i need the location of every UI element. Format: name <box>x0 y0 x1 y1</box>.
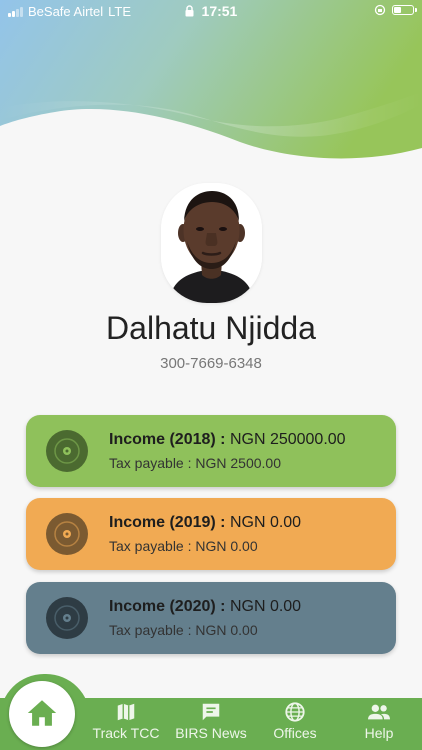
nav-track-tcc[interactable]: Track TCC <box>81 701 171 741</box>
status-center: 17:51 <box>0 3 422 19</box>
map-icon <box>117 703 135 721</box>
nav-label: Offices <box>273 725 317 741</box>
avatar <box>161 183 262 303</box>
tax-payable: Tax payable : NGN 0.00 <box>109 538 258 554</box>
disc-icon <box>46 513 88 555</box>
home-button[interactable] <box>9 681 75 747</box>
nav-label: Help <box>364 725 394 741</box>
tax-payable: Tax payable : NGN 2500.00 <box>109 455 281 471</box>
income-year-label: Income (2020) : <box>109 598 226 615</box>
income-title: Income (2020) : NGN 0.00 <box>109 598 301 616</box>
income-card-2018[interactable]: Income (2018) : NGN 250000.00 Tax payabl… <box>26 415 396 487</box>
income-title: Income (2019) : NGN 0.00 <box>109 514 301 532</box>
income-title: Income (2018) : NGN 250000.00 <box>109 431 346 449</box>
tax-payable: Tax payable : NGN 0.00 <box>109 622 258 638</box>
header-wave-background <box>0 0 422 159</box>
income-year-label: Income (2018) : <box>109 431 226 448</box>
income-card-2019[interactable]: Income (2019) : NGN 0.00 Tax payable : N… <box>26 498 396 570</box>
lock-icon <box>185 5 194 17</box>
orientation-lock-icon <box>374 4 386 16</box>
screen: BeSafe Airtel LTE 17:51 Dalhatu Njidda 3… <box>0 0 422 750</box>
income-amount: NGN 0.00 <box>229 514 302 531</box>
globe-icon <box>285 702 305 722</box>
profile-photo <box>161 183 262 303</box>
home-icon <box>27 700 57 726</box>
nav-label: Track TCC <box>92 725 160 741</box>
nav-offices[interactable]: Offices <box>250 701 340 741</box>
status-bar: BeSafe Airtel LTE 17:51 <box>0 0 422 24</box>
nav-birs-news[interactable]: BIRS News <box>166 701 256 741</box>
disc-icon <box>46 430 88 472</box>
user-phone: 300-7669-6348 <box>160 355 262 372</box>
nav-label: BIRS News <box>175 725 247 741</box>
people-icon <box>368 704 390 720</box>
income-year-label: Income (2019) : <box>109 514 226 531</box>
status-right <box>374 4 417 16</box>
status-time: 17:51 <box>201 3 238 19</box>
disc-icon <box>46 597 88 639</box>
income-amount: NGN 250000.00 <box>229 431 346 448</box>
battery-icon <box>392 5 417 15</box>
income-amount: NGN 0.00 <box>229 598 302 615</box>
income-card-2020[interactable]: Income (2020) : NGN 0.00 Tax payable : N… <box>26 582 396 654</box>
nav-help[interactable]: Help <box>334 701 422 741</box>
chat-icon <box>202 703 220 721</box>
user-name: Dalhatu Njidda <box>106 310 316 346</box>
